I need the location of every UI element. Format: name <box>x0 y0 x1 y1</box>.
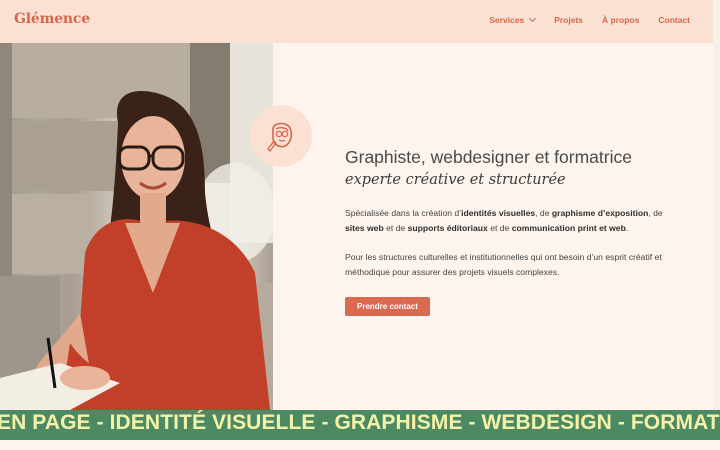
nav-item-contact[interactable]: Contact <box>658 15 690 25</box>
site-logo[interactable]: Glémence <box>14 11 90 27</box>
hero-content: Graphiste, webdesigner et formatrice exp… <box>345 146 665 316</box>
hero-headline: Graphiste, webdesigner et formatrice <box>345 147 632 167</box>
banner-text: EN PAGE - IDENTITÉ VISUELLE - GRAPHISME … <box>0 411 720 434</box>
page-bottom-strip <box>0 440 720 450</box>
hero-intro-paragraph: Spécialisée dans la création d’identités… <box>345 208 663 234</box>
hero-subheadline: experte créative et structurée <box>345 172 566 188</box>
nav-item-a-propos[interactable]: À propos <box>602 15 639 25</box>
main-nav: Services Projets À propos Contact <box>489 14 690 25</box>
nav-label: Projets <box>554 15 584 25</box>
nav-label: Services <box>489 15 525 25</box>
hero-audience-paragraph: Pour les structures culturelles et insti… <box>345 251 662 278</box>
nav-item-services[interactable]: Services <box>489 14 537 25</box>
nav-item-projets[interactable]: Projets <box>554 15 583 25</box>
hero-portrait-photo <box>0 43 273 410</box>
site-header: Glémence Services Projets À propos Conta… <box>0 0 713 43</box>
illustrated-face-icon <box>250 105 312 167</box>
chevron-down-icon <box>529 14 537 23</box>
services-marquee-banner: EN PAGE - IDENTITÉ VISUELLE - GRAPHISME … <box>0 410 720 440</box>
page-scrollbar[interactable] <box>713 0 720 410</box>
nav-label: Contact <box>658 15 690 25</box>
contact-button[interactable]: Prendre contact <box>345 296 430 316</box>
nav-label: À propos <box>602 15 640 25</box>
